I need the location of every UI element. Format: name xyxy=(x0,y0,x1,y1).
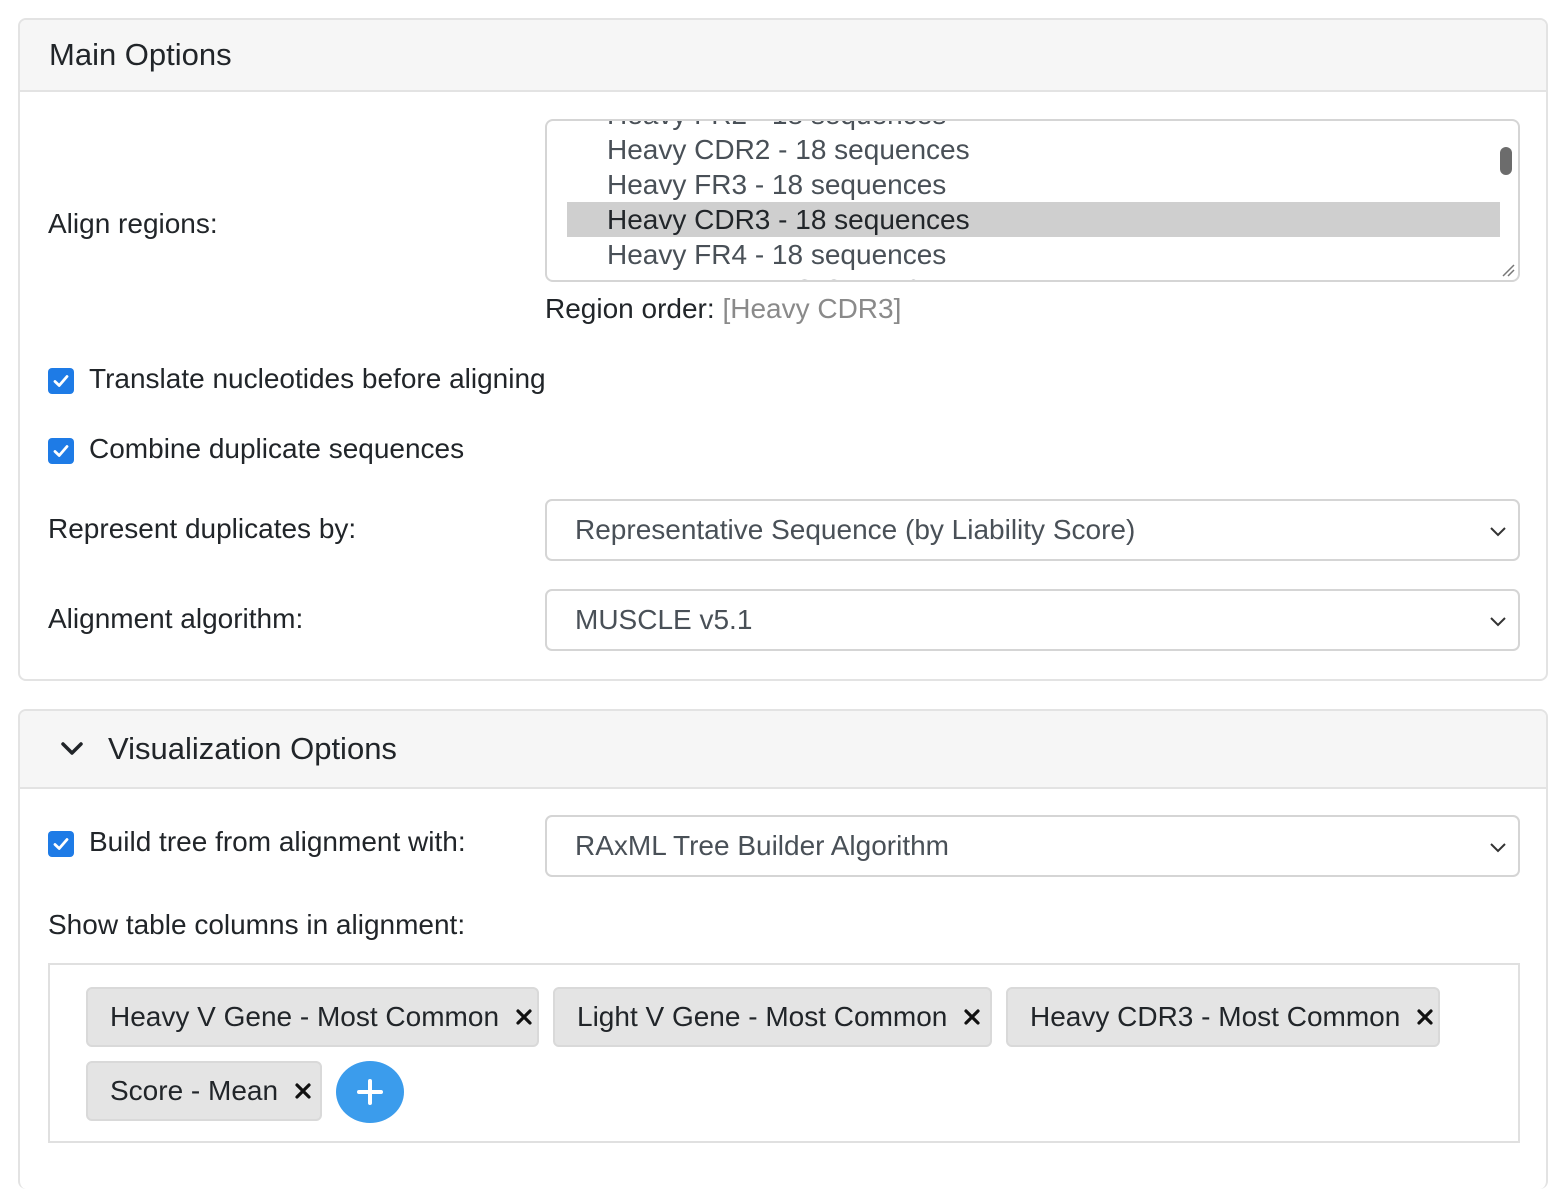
combine-duplicates-label[interactable]: Combine duplicate sequences xyxy=(89,433,464,465)
table-columns-multiselect[interactable]: Heavy V Gene - Most Common Light V Gene … xyxy=(48,963,1520,1143)
column-tag: Score - Mean xyxy=(86,1061,322,1121)
visualization-options-title: Visualization Options xyxy=(108,731,397,766)
check-icon xyxy=(53,445,69,457)
plus-icon xyxy=(357,1079,383,1105)
chevron-down-icon xyxy=(1490,843,1506,853)
build-tree-checkbox[interactable] xyxy=(48,831,74,857)
chevron-down-icon xyxy=(1490,527,1506,537)
alignment-algorithm-select[interactable]: MUSCLE v5.1 xyxy=(545,589,1520,651)
close-icon[interactable] xyxy=(963,1008,981,1026)
alignment-algorithm-label: Alignment algorithm: xyxy=(48,603,304,634)
region-option[interactable]: Heavy FR3 - 18 sequences xyxy=(567,167,1500,202)
tree-algorithm-select[interactable]: RAxML Tree Builder Algorithm xyxy=(545,815,1520,877)
column-tag-label: Heavy CDR3 - Most Common xyxy=(1030,1001,1401,1032)
column-tag: Heavy CDR3 - Most Common xyxy=(1006,987,1440,1047)
main-options-header: Main Options xyxy=(20,20,1546,92)
check-icon xyxy=(53,838,69,850)
region-option-selected[interactable]: Heavy CDR3 - 18 sequences xyxy=(567,202,1500,237)
represent-duplicates-label: Represent duplicates by: xyxy=(48,513,357,544)
resize-handle-icon[interactable] xyxy=(1501,263,1515,277)
add-column-button[interactable] xyxy=(336,1061,404,1123)
translate-label[interactable]: Translate nucleotides before aligning xyxy=(89,363,546,395)
represent-duplicates-select[interactable]: Representative Sequence (by Liability Sc… xyxy=(545,499,1520,561)
region-order: Region order: [Heavy CDR3] xyxy=(545,293,901,325)
column-tag-label: Score - Mean xyxy=(110,1075,279,1106)
close-icon[interactable] xyxy=(294,1082,312,1100)
region-option[interactable]: Heavy CDR2 - 18 sequences xyxy=(567,132,1500,167)
region-option[interactable]: Heavy FR4 - 18 sequences xyxy=(567,237,1500,272)
check-icon xyxy=(53,375,69,387)
tree-algorithm-value: RAxML Tree Builder Algorithm xyxy=(575,830,949,861)
close-icon[interactable] xyxy=(1416,1008,1434,1026)
combine-duplicates-checkbox[interactable] xyxy=(48,438,74,464)
column-tag-label: Light V Gene - Most Common xyxy=(577,1001,948,1032)
build-tree-label[interactable]: Build tree from alignment with: xyxy=(89,826,466,858)
column-tag-label: Heavy V Gene - Most Common xyxy=(110,1001,500,1032)
represent-duplicates-value: Representative Sequence (by Liability Sc… xyxy=(575,514,1136,545)
alignment-algorithm-value: MUSCLE v5.1 xyxy=(575,604,753,635)
region-order-value: [Heavy CDR3] xyxy=(722,293,902,324)
chevron-down-icon xyxy=(1490,617,1506,627)
align-regions-listbox[interactable]: Heavy FR2 - 18 sequences Heavy CDR2 - 18… xyxy=(545,119,1520,282)
visualization-options-header[interactable]: Visualization Options xyxy=(20,711,1546,789)
table-columns-label: Show table columns in alignment: xyxy=(48,909,466,940)
column-tag: Light V Gene - Most Common xyxy=(553,987,992,1047)
close-icon[interactable] xyxy=(515,1008,533,1026)
translate-checkbox[interactable] xyxy=(48,368,74,394)
region-option[interactable]: Heavy VDJ REGION - 18 sequences xyxy=(567,272,1500,280)
main-options-title: Main Options xyxy=(49,37,232,72)
column-tag: Heavy V Gene - Most Common xyxy=(86,987,539,1047)
chevron-down-icon[interactable] xyxy=(58,735,86,763)
region-order-label: Region order: xyxy=(545,293,715,324)
align-regions-label: Align regions: xyxy=(48,208,218,239)
main-options-panel: Main Options xyxy=(18,18,1548,681)
region-option[interactable]: Heavy FR2 - 18 sequences xyxy=(567,121,1500,132)
listbox-scrollbar-thumb[interactable] xyxy=(1500,147,1512,175)
